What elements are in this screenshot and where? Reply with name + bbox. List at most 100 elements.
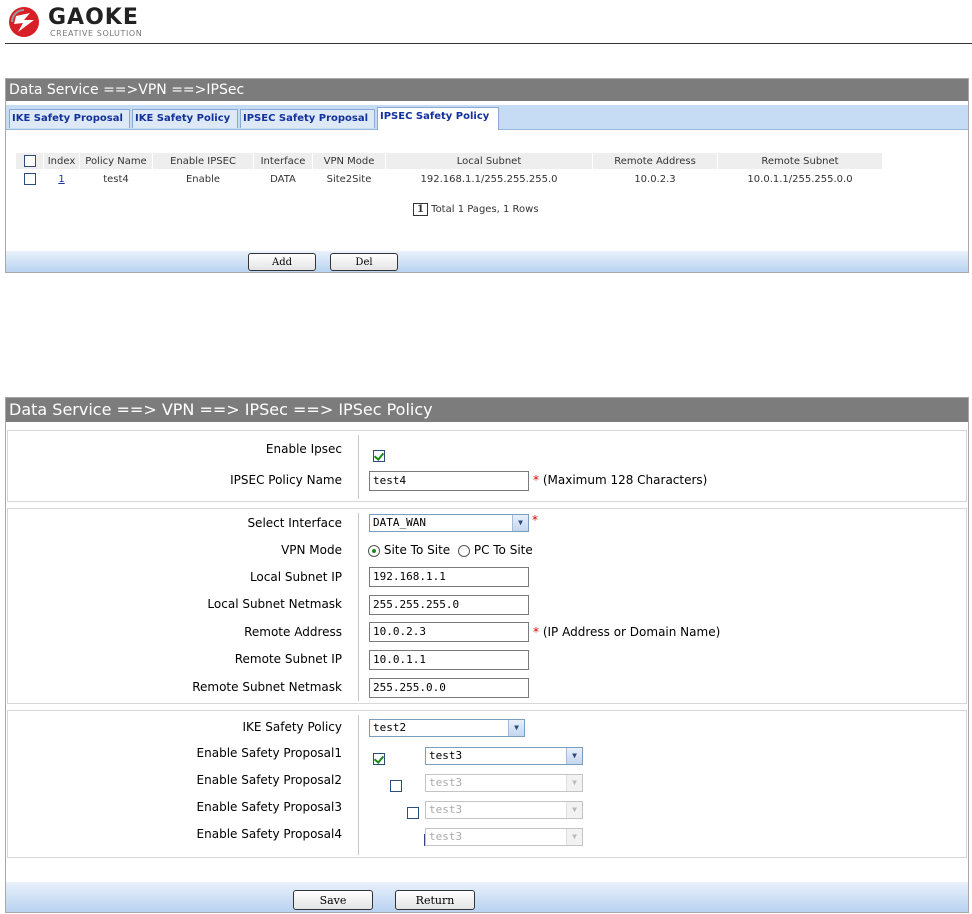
tab-ipsec-safety-policy[interactable]: IPSEC Safety Policy — [377, 107, 499, 130]
policy-table: Index Policy Name Enable IPSEC Interface… — [16, 153, 883, 189]
required-mark: * — [533, 473, 539, 487]
required-mark: * — [533, 625, 539, 639]
ike-policy-select-value: test2 — [373, 721, 407, 734]
select-all-cell — [16, 153, 44, 169]
add-button[interactable]: Add — [248, 253, 316, 271]
panel-title: Data Service ==> VPN ==> IPSec ==> IPSec… — [6, 398, 968, 422]
proposal3-label: Enable Safety Proposal3 — [196, 800, 342, 814]
chevron-down-icon: ▼ — [566, 775, 582, 791]
local-subnet-netmask-input[interactable]: 255.255.255.0 — [369, 595, 529, 615]
proposal3-select[interactable]: test3 ▼ — [425, 801, 583, 819]
row-enable-ipsec: Enable — [185, 173, 221, 185]
select-interface-label: Select Interface — [247, 516, 342, 530]
row-checkbox[interactable] — [23, 173, 36, 185]
row-remote-subnet: 10.0.1.1/255.255.0.0 — [747, 173, 853, 185]
page-number-button[interactable]: 1 — [413, 203, 428, 216]
proposal2-label: Enable Safety Proposal2 — [196, 773, 342, 787]
proposal1-select-value: test3 — [429, 749, 463, 762]
ike-policy-select[interactable]: test2 ▼ — [369, 719, 525, 737]
chevron-down-icon: ▼ — [566, 802, 582, 818]
vpn-mode-label: VPN Mode — [281, 543, 342, 557]
header-divider — [5, 43, 972, 44]
column-divider — [358, 435, 359, 499]
proposal2-checkbox[interactable] — [390, 779, 403, 792]
tab-ipsec-safety-proposal[interactable]: IPSEC Safety Proposal — [240, 109, 375, 128]
policy-name-label: IPSEC Policy Name — [230, 473, 342, 487]
chevron-down-icon: ▼ — [508, 720, 524, 736]
remote-address-label: Remote Address — [244, 625, 342, 639]
site-to-site-label: Site To Site — [383, 543, 451, 557]
interface-select[interactable]: DATA_WAN ▼ — [369, 514, 529, 532]
ipsec-policy-form-panel: Data Service ==> VPN ==> IPSec ==> IPSec… — [5, 397, 969, 913]
policy-name-input[interactable]: test4 — [369, 471, 529, 491]
row-policy-name: test4 — [103, 173, 129, 185]
row-index-cell: 1 — [44, 169, 80, 189]
interface-required: * — [532, 513, 538, 527]
proposal2-select[interactable]: test3 ▼ — [425, 774, 583, 792]
col-interface[interactable]: Interface — [253, 153, 313, 169]
panel-title: Data Service ==>VPN ==>IPSec — [6, 79, 968, 101]
proposal1-select[interactable]: test3 ▼ — [425, 747, 583, 765]
local-subnet-netmask-label: Local Subnet Netmask — [207, 597, 342, 611]
remote-subnet-ip-input[interactable]: 10.0.1.1 — [369, 650, 529, 670]
form-section-proposals: IKE Safety Policy test2 ▼ Enable Safety … — [7, 710, 967, 858]
del-button[interactable]: Del — [330, 253, 398, 271]
col-remote-address[interactable]: Remote Address — [592, 153, 718, 169]
enable-ipsec-checkbox[interactable] — [373, 449, 385, 462]
return-button[interactable]: Return — [395, 890, 475, 910]
form-footer-bar: Save Return — [6, 882, 968, 912]
local-subnet-ip-input[interactable]: 192.168.1.1 — [369, 567, 529, 587]
table-header-row: Index Policy Name Enable IPSEC Interface… — [16, 153, 883, 169]
tab-ike-safety-proposal[interactable]: IKE Safety Proposal — [9, 109, 130, 128]
pagination-summary: Total 1 Pages, 1 Rows — [431, 204, 539, 215]
col-local-subnet[interactable]: Local Subnet — [385, 153, 593, 169]
col-policy-name[interactable]: Policy Name — [79, 153, 153, 169]
remote-subnet-ip-label: Remote Subnet IP — [234, 652, 342, 666]
row-remote-address: 10.0.2.3 — [634, 173, 676, 185]
remote-subnet-netmask-label: Remote Subnet Netmask — [192, 680, 342, 694]
brand-name: GAOKE — [48, 5, 139, 30]
proposal2-select-value: test3 — [429, 776, 463, 789]
row-vpn-mode: Site2Site — [326, 173, 372, 185]
row-interface: DATA — [270, 173, 296, 185]
chevron-down-icon: ▼ — [512, 515, 528, 531]
site-to-site-radio[interactable] — [368, 544, 380, 557]
proposal4-label: Enable Safety Proposal4 — [196, 827, 342, 841]
column-divider — [358, 715, 359, 855]
row-select-cell — [16, 169, 44, 189]
proposal1-checkbox[interactable] — [373, 752, 385, 765]
interface-select-value: DATA_WAN — [373, 516, 426, 529]
col-enable-ipsec[interactable]: Enable IPSEC — [152, 153, 254, 169]
row-local-subnet: 192.168.1.1/255.255.255.0 — [420, 173, 558, 185]
form-section-network: Select Interface DATA_WAN ▼ * VPN Mode S… — [7, 508, 967, 704]
proposal3-select-value: test3 — [429, 803, 463, 816]
policy-name-hint: * (Maximum 128 Characters) — [533, 473, 707, 487]
pc-to-site-radio[interactable] — [458, 544, 470, 557]
remote-address-note: (IP Address or Domain Name) — [542, 625, 721, 639]
save-button[interactable]: Save — [293, 890, 373, 910]
proposal1-label: Enable Safety Proposal1 — [196, 746, 342, 760]
required-mark: * — [532, 513, 538, 527]
vpn-mode-radio-group: Site To Site PC To Site — [368, 543, 533, 557]
tab-bar: IKE Safety Proposal IKE Safety Policy IP… — [6, 105, 968, 130]
table-row: 1 test4 Enable DATA Site2Site 192.168.1.… — [16, 169, 883, 189]
chevron-down-icon: ▼ — [566, 829, 582, 845]
tab-ike-safety-policy[interactable]: IKE Safety Policy — [132, 109, 238, 128]
col-remote-subnet[interactable]: Remote Subnet — [717, 153, 883, 169]
proposal3-checkbox[interactable] — [407, 806, 420, 819]
enable-ipsec-label: Enable Ipsec — [265, 442, 342, 456]
brand-tagline: CREATIVE SOLUTION — [50, 29, 143, 38]
column-divider — [358, 513, 359, 701]
proposal4-select-value: test3 — [429, 830, 463, 843]
list-footer-bar: Add Del — [6, 251, 968, 272]
select-all-checkbox[interactable] — [23, 155, 36, 167]
ike-policy-label: IKE Safety Policy — [242, 720, 342, 734]
remote-address-input[interactable]: 10.0.2.3 — [369, 622, 529, 642]
remote-subnet-netmask-input[interactable]: 255.255.0.0 — [369, 678, 529, 698]
pagination: 1 Total 1 Pages, 1 Rows — [413, 203, 539, 216]
proposal4-select[interactable]: test3 ▼ — [425, 828, 583, 846]
row-index-link[interactable]: 1 — [58, 174, 64, 185]
col-vpn-mode[interactable]: VPN Mode — [312, 153, 386, 169]
col-index[interactable]: Index — [43, 153, 80, 169]
gaoke-logo-icon — [9, 7, 39, 37]
